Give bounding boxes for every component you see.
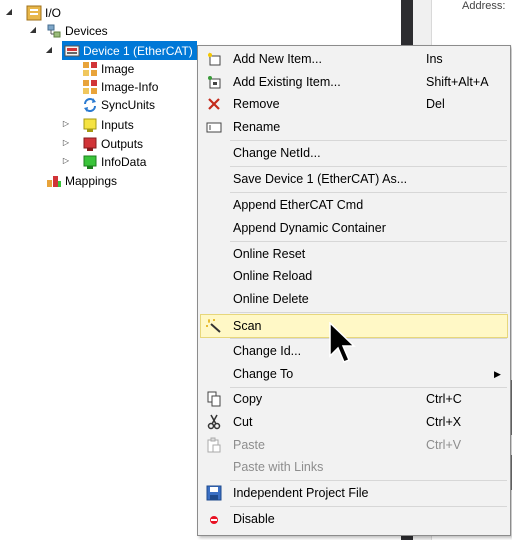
mappings-icon	[46, 173, 62, 189]
tree-node-outputs[interactable]: Outputs	[82, 135, 143, 153]
menu-item-add-existing-item[interactable]: Add Existing Item... Shift+Alt+A	[200, 71, 508, 93]
submenu-arrow-icon: ▶	[494, 368, 501, 379]
cut-icon	[206, 414, 222, 430]
menu-separator	[230, 480, 507, 481]
menu-item-online-delete[interactable]: Online Delete	[200, 288, 508, 310]
collapsed-arrow-icon[interactable]: ▷	[61, 156, 71, 165]
tree-node-image-info[interactable]: Image-Info	[82, 78, 158, 96]
menu-item-save-device-as[interactable]: Save Device 1 (EtherCAT) As...	[200, 168, 508, 190]
image-icon	[82, 61, 98, 77]
collapsed-arrow-icon[interactable]: ▷	[61, 119, 71, 128]
menu-item-change-netid[interactable]: Change NetId...	[200, 142, 508, 164]
devices-icon	[46, 23, 62, 39]
menu-item-cut[interactable]: Cut Ctrl+X	[200, 411, 508, 433]
tree-node-mappings[interactable]: Mappings	[46, 172, 117, 190]
expanded-arrow-icon[interactable]: ◢	[28, 25, 38, 34]
menu-separator	[230, 338, 507, 339]
save-disk-icon	[206, 485, 222, 501]
menu-item-disable[interactable]: Disable	[200, 508, 508, 530]
rename-icon	[206, 119, 222, 135]
tree-node-label: Image-Info	[101, 80, 159, 94]
magic-wand-icon	[206, 318, 222, 334]
menu-separator	[230, 192, 507, 193]
menu-separator	[230, 312, 507, 313]
tree-node-io[interactable]: I/O	[26, 4, 61, 22]
tree-node-devices[interactable]: Devices	[46, 22, 108, 40]
image-info-icon	[82, 79, 98, 95]
menu-separator	[230, 166, 507, 167]
tree-node-label: Mappings	[65, 174, 118, 188]
inputs-icon	[82, 117, 98, 133]
disable-dot-icon	[206, 511, 222, 527]
tree-node-label: I/O	[45, 6, 62, 20]
infodata-icon	[82, 154, 98, 170]
expanded-arrow-icon[interactable]: ◢	[44, 45, 54, 54]
menu-separator	[230, 140, 507, 141]
menu-item-paste-with-links[interactable]: Paste with Links	[200, 456, 508, 478]
tree-node-label: Devices	[65, 24, 108, 38]
tree-node-label: SyncUnits	[101, 98, 156, 112]
tree-node-label: Inputs	[101, 118, 134, 132]
menu-item-online-reset[interactable]: Online Reset	[200, 243, 508, 265]
collapsed-arrow-icon[interactable]: ▷	[61, 138, 71, 147]
tree-node-label: InfoData	[101, 155, 147, 169]
menu-item-independent-project-file[interactable]: Independent Project File	[200, 482, 508, 504]
add-new-item-icon	[206, 51, 222, 67]
tree-node-label: Image	[101, 62, 135, 76]
address-label: IP Address:	[462, 0, 506, 12]
menu-item-online-reload[interactable]: Online Reload	[200, 265, 508, 287]
menu-item-paste[interactable]: Paste Ctrl+V	[200, 434, 508, 456]
copy-icon	[206, 391, 222, 407]
tree-node-label: Device 1 (EtherCAT)	[83, 43, 193, 58]
menu-separator	[230, 241, 507, 242]
tree-node-syncunits[interactable]: SyncUnits	[82, 96, 155, 114]
menu-item-append-ethercat-cmd[interactable]: Append EtherCAT Cmd	[200, 194, 508, 216]
expanded-arrow-icon[interactable]: ◢	[4, 7, 14, 16]
add-existing-item-icon	[206, 74, 222, 90]
sync-arrows-icon	[82, 97, 98, 113]
menu-separator	[230, 506, 507, 507]
outputs-icon	[82, 136, 98, 152]
menu-item-add-new-item[interactable]: Add New Item... Ins	[200, 48, 508, 70]
menu-item-rename[interactable]: Rename	[200, 116, 508, 138]
menu-item-append-dynamic-container[interactable]: Append Dynamic Container	[200, 217, 508, 239]
remove-x-icon	[206, 96, 222, 112]
tree-node-image[interactable]: Image	[82, 60, 134, 78]
menu-item-remove[interactable]: Remove Del	[200, 93, 508, 115]
tree-node-label: Outputs	[101, 137, 144, 151]
menu-item-copy[interactable]: Copy Ctrl+C	[200, 388, 508, 410]
io-folder-icon	[26, 5, 42, 21]
ethercat-device-icon	[64, 43, 80, 59]
tree-node-inputs[interactable]: Inputs	[82, 116, 134, 134]
tree-node-infodata[interactable]: InfoData	[82, 153, 146, 171]
context-menu: Add New Item... Ins Add Existing Item...…	[197, 45, 511, 536]
mouse-cursor-icon	[329, 321, 357, 369]
tree-node-device1[interactable]: Device 1 (EtherCAT)	[62, 41, 197, 60]
paste-icon	[206, 437, 222, 453]
